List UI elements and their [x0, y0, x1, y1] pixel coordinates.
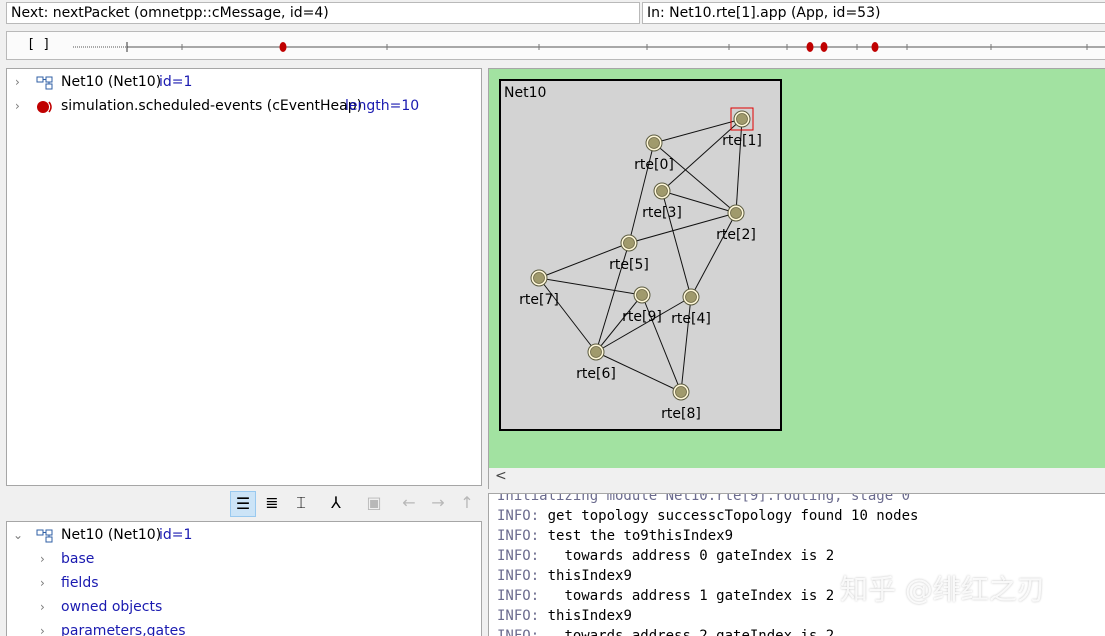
watermark: 知乎 @绯红之刃: [840, 573, 1045, 606]
router-node[interactable]: rte[0]: [634, 134, 674, 173]
grouped-mode-button[interactable]: ⅄: [323, 491, 349, 517]
back-button[interactable]: ←: [396, 491, 422, 517]
log-line: INFO: towards address 2 gateIndex is 2: [497, 628, 834, 636]
router-node-label: rte[6]: [576, 366, 616, 382]
object-tree-panel: › Net10 (Net10) id=1 › simulation.schedu…: [6, 68, 482, 486]
router-node[interactable]: rte[2]: [716, 204, 756, 243]
inspector-child-label: parameters,gates: [61, 623, 186, 636]
router-icon-core: [636, 289, 648, 301]
router-node[interactable]: rte[8]: [661, 383, 701, 422]
tree-item-detail: id=1: [159, 74, 193, 90]
router-icon-core: [623, 237, 635, 249]
inspector-child-label: fields: [61, 575, 99, 591]
router-node[interactable]: rte[4]: [671, 288, 711, 327]
timeline-event-marker: [279, 42, 287, 52]
inspector-tree-panel: ⌄ Net10 (Net10) id=1 › base › fields › owned …: [6, 521, 482, 636]
inspector-root-name: Net10 (Net10): [61, 527, 162, 543]
expand-arrow-icon[interactable]: ›: [40, 572, 45, 594]
expand-arrow-icon[interactable]: ›: [40, 596, 45, 618]
router-node[interactable]: rte[1]: [722, 107, 762, 149]
log-text: thisIndex9: [539, 568, 632, 584]
tree-item-name: simulation.scheduled-events (cEventHeap): [61, 98, 363, 114]
router-node-label: rte[4]: [671, 311, 711, 327]
log-line-partial: Initializing module Net10.rte[9].routing…: [497, 493, 911, 504]
collapse-arrow-icon[interactable]: ⌄: [13, 524, 23, 546]
layout-mode-button[interactable]: ▣: [361, 491, 387, 517]
event-heap-icon: [36, 99, 56, 113]
router-icon-core: [533, 272, 545, 284]
router-node[interactable]: rte[7]: [519, 269, 559, 308]
network-icon: [36, 528, 54, 543]
timeline-event-marker: [871, 42, 879, 52]
network-canvas[interactable]: Net10 rte[0] rte[1] rte[2] rte[3] rte[4] rte[…: [488, 68, 1105, 468]
router-node-label: rte[8]: [661, 406, 701, 422]
log-level: INFO:: [497, 548, 540, 564]
network-link: [538, 277, 597, 353]
router-node-label: rte[9]: [622, 309, 662, 325]
router-icon-core: [736, 113, 748, 125]
timeline-axis: [73, 42, 1105, 52]
log-level: INFO:: [497, 508, 540, 524]
network-link: [653, 142, 737, 214]
current-module-label: In: Net10.rte[1].app (App, id=53): [642, 2, 1105, 24]
timeline-event-marker: [806, 42, 814, 52]
expand-arrow-icon[interactable]: ›: [40, 548, 45, 570]
canvas-horizontal-scrollbar[interactable]: <: [488, 468, 1105, 489]
router-icon-core: [648, 137, 660, 149]
router-node-label: rte[5]: [609, 257, 649, 273]
flat-mode-button[interactable]: ≣: [259, 491, 285, 517]
router-icon-core: [590, 346, 602, 358]
log-level: INFO:: [497, 608, 540, 624]
log-text: thisIndex9: [539, 608, 632, 624]
router-node-label: rte[0]: [634, 157, 674, 173]
expand-arrow-icon[interactable]: ›: [15, 95, 20, 117]
log-line: INFO: towards address 0 gateIndex is 2: [497, 548, 834, 564]
tree-item-name: Net10 (Net10): [61, 74, 162, 90]
inheritance-mode-button[interactable]: ⌶: [288, 491, 314, 517]
router-node-label: rte[7]: [519, 292, 559, 308]
next-event-label: Next: nextPacket (omnetpp::cMessage, id=…: [6, 2, 640, 24]
inspector-child-label: base: [61, 551, 95, 567]
log-panel[interactable]: Initializing module Net10.rte[9].routing…: [488, 493, 1105, 636]
scroll-left-arrow[interactable]: <: [495, 468, 507, 484]
event-timeline[interactable]: [ ]: [6, 31, 1105, 60]
router-node-label: rte[3]: [642, 205, 682, 221]
log-level: INFO:: [497, 628, 540, 636]
router-icon-core: [685, 291, 697, 303]
inspector-child-label: owned objects: [61, 599, 163, 615]
timeline-event-marker: [820, 42, 828, 52]
router-node-label: rte[2]: [716, 227, 756, 243]
network-link: [690, 212, 737, 298]
log-level: INFO:: [497, 528, 540, 544]
tree-item-detail: length=10: [345, 98, 420, 114]
log-line: INFO: test the to9thisIndex9: [497, 528, 733, 544]
router-icon-core: [656, 185, 668, 197]
up-button[interactable]: ↑: [454, 491, 480, 517]
network-icon: [36, 75, 54, 90]
log-line: INFO: get topology successcTopology foun…: [497, 508, 918, 524]
log-text: towards address 0 gateIndex is 2: [539, 548, 835, 564]
router-icon-core: [675, 386, 687, 398]
log-level: INFO:: [497, 568, 540, 584]
expand-arrow-icon[interactable]: ›: [40, 620, 45, 636]
log-text: towards address 1 gateIndex is 2: [539, 588, 835, 604]
children-mode-button[interactable]: ☰: [230, 491, 256, 517]
expand-arrow-icon[interactable]: ›: [15, 71, 20, 93]
log-text: test the to9thisIndex9: [539, 528, 734, 544]
forward-button[interactable]: →: [425, 491, 451, 517]
router-node-label: rte[1]: [722, 133, 762, 149]
log-line: INFO: towards address 1 gateIndex is 2: [497, 588, 834, 604]
router-node[interactable]: rte[5]: [609, 234, 649, 273]
router-node[interactable]: rte[6]: [576, 343, 616, 382]
network-graph: rte[0] rte[1] rte[2] rte[3] rte[4] rte[5] rte[…: [519, 107, 762, 422]
router-icon-core: [730, 207, 742, 219]
log-line: INFO: thisIndex9: [497, 568, 632, 584]
inspector-root-detail: id=1: [159, 527, 193, 543]
log-level: INFO:: [497, 588, 540, 604]
log-text: get topology successcTopology found 10 n…: [539, 508, 919, 524]
router-node[interactable]: rte[3]: [642, 182, 682, 221]
log-line: INFO: thisIndex9: [497, 608, 632, 624]
log-text: towards address 2 gateIndex is 2: [539, 628, 835, 636]
